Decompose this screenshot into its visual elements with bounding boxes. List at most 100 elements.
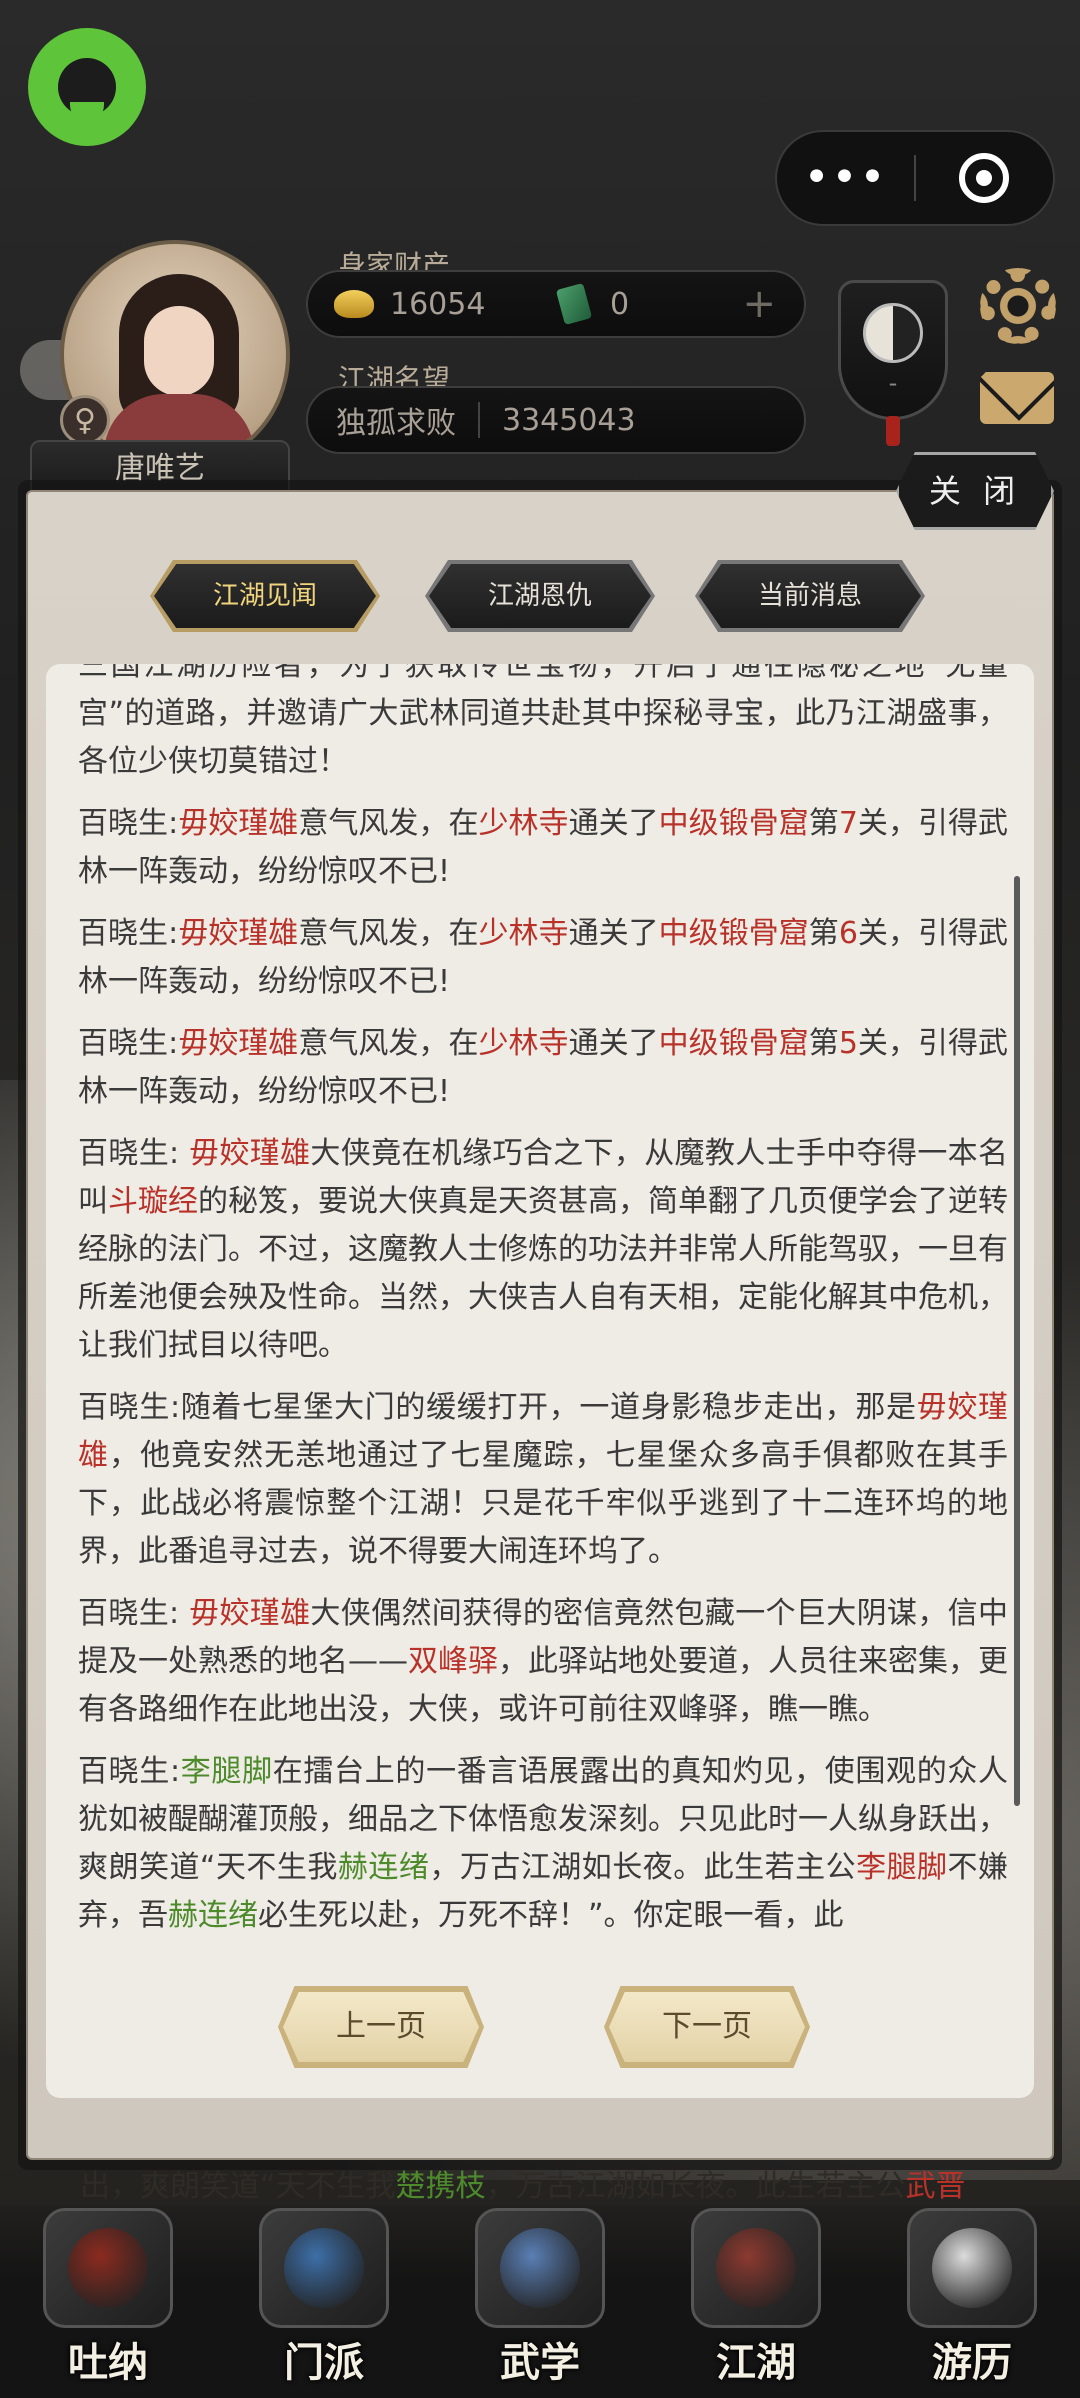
highlight-text: 7 — [838, 806, 858, 841]
message-item: 百晓生:毋姣瑾雄意气风发，在少林寺通关了中级锻骨窟第7关，引得武林一阵轰动，纷纷… — [78, 800, 1008, 896]
message-text: 第 — [808, 806, 839, 841]
book-icon — [475, 2208, 605, 2328]
message-item: 百晓生:李腿脚在擂台上的一番言语展露出的真知灼见，使围观的众人犹如被醍醐灌顶般，… — [78, 1748, 1008, 1940]
message-text: 百晓生: — [78, 1754, 181, 1789]
chat-bubble-icon[interactable] — [28, 28, 146, 146]
highlight-text: 李腿脚 — [180, 1754, 273, 1789]
highlight-text: 中级锻骨窟 — [658, 1026, 809, 1061]
mail-icon[interactable] — [980, 372, 1054, 424]
message-item: 百晓生: 毋姣瑾雄大侠偶然间获得的密信竟然包藏一个巨大阴谋，信中提及一处熟悉的地… — [78, 1590, 1008, 1734]
wealth-bar: 16054 0 + — [306, 270, 806, 338]
female-icon: ♀ — [60, 395, 110, 445]
tab-current-messages[interactable]: 当前消息 — [699, 564, 921, 628]
scrollbar[interactable] — [1014, 876, 1020, 1806]
message-list[interactable]: 三国江湖历险者，为了获取传世宝物，开启了通往隐秘之地“无量宫”的道路，并邀请广大… — [46, 664, 1034, 1954]
target-dot — [976, 170, 993, 186]
nav-label: 武学 — [500, 2339, 580, 2386]
reputation-value: 3345043 — [502, 402, 636, 438]
highlight-text: 少林寺 — [478, 1026, 569, 1061]
message-text: 的秘笈，要说大侠真是天资甚高，简单翻了几页便学会了逆转经脉的法门。不过，这魔教人… — [78, 1184, 1008, 1363]
logo-tail — [70, 102, 104, 122]
gold-amount: 16054 — [390, 286, 486, 322]
message-item: 百晓生:毋姣瑾雄意气风发，在少林寺通关了中级锻骨窟第5关，引得武林一阵轰动，纷纷… — [78, 1020, 1008, 1116]
highlight-text: 毋姣瑾雄 — [178, 806, 299, 841]
nav-label: 门派 — [284, 2339, 364, 2386]
badge-minus: - — [888, 369, 898, 397]
reputation-title: 独孤求败 — [336, 406, 456, 441]
message-text: ，万古江湖如长夜。此生若主公 — [429, 1850, 857, 1885]
horse-icon — [907, 2208, 1037, 2328]
nav-glyph — [716, 2228, 796, 2308]
ticker-text: 武晋 — [905, 2169, 966, 2204]
message-text: 必生死以赴，万死不辞！”。你定眼一看，此 — [258, 1898, 844, 1933]
nav-item-1[interactable]: 门派 — [249, 2208, 399, 2388]
highlight-text: 少林寺 — [478, 806, 569, 841]
message-text: 意气风发，在 — [298, 806, 479, 841]
nav-glyph — [68, 2228, 148, 2308]
highlight-text: 双峰驿 — [408, 1644, 498, 1679]
message-item: 百晓生:随着七星堡大门的缓缓打开，一道身影稳步走出，那是毋姣瑾雄，他竟安然无恙地… — [78, 1384, 1008, 1576]
highlight-text: 毋姣瑾雄 — [178, 916, 299, 951]
message-panel: 三国江湖历险者，为了获取传世宝物，开启了通往隐秘之地“无量宫”的道路，并邀请广大… — [46, 664, 1034, 2098]
message-item: 百晓生:毋姣瑾雄意气风发，在少林寺通关了中级锻骨窟第6关，引得武林一阵轰动，纷纷… — [78, 910, 1008, 1006]
reputation-bar: 独孤求败 3345043 — [306, 386, 806, 454]
bottom-nav: 吐纳 门派 武学 江湖 游历 — [0, 2205, 1080, 2398]
highlight-text: 6 — [838, 916, 858, 951]
message-text: 百晓生:随着七星堡大门的缓缓打开，一道身影稳步走出，那是 — [78, 1390, 917, 1425]
nav-label: 江湖 — [716, 2339, 796, 2386]
target-ring — [959, 153, 1010, 203]
yin-yang-icon — [863, 303, 923, 363]
gold-ingot-icon — [334, 290, 374, 318]
nav-glyph — [284, 2228, 364, 2308]
reputation-divider — [478, 402, 480, 438]
next-page-button[interactable]: 下一页 — [609, 1992, 805, 2062]
gear-icon[interactable] — [980, 268, 1056, 344]
gourd-icon — [43, 2208, 173, 2328]
highlight-text: 斗璇经 — [108, 1184, 198, 1219]
message-text: 意气风发，在 — [298, 1026, 479, 1061]
highlight-text: 少林寺 — [478, 916, 569, 951]
prev-page-button[interactable]: 上一页 — [283, 1992, 479, 2062]
message-text: 百晓生: — [78, 806, 179, 841]
jade-icon — [555, 282, 593, 326]
highlight-text: 中级锻骨窟 — [658, 916, 809, 951]
message-text: 百晓生: — [78, 916, 179, 951]
close-miniprogram-icon[interactable] — [916, 153, 1053, 203]
nav-item-2[interactable]: 武学 — [465, 2208, 615, 2388]
message-text: 三国江湖历险者，为了获取传世宝物，开启了通往隐秘之地“无量宫”的道路，并邀请广大… — [78, 664, 1008, 779]
message-text: 通关了 — [568, 806, 659, 841]
highlight-text: 毋姣瑾雄 — [178, 1026, 299, 1061]
message-text: ，他竟安然无恙地通过了七星魔踪，七星堡众多高手俱都败在其手下，此战必将震惊整个江… — [78, 1438, 1009, 1569]
nav-item-0[interactable]: 吐纳 — [33, 2208, 183, 2388]
tab-jianghu-feud[interactable]: 江湖恩仇 — [429, 564, 651, 628]
close-button[interactable]: 关 闭 — [896, 452, 1054, 530]
hat-icon — [691, 2208, 821, 2328]
highlight-text: 赫连绪 — [337, 1850, 430, 1885]
message-text: 百晓生: — [78, 1596, 190, 1631]
highlight-text: 中级锻骨窟 — [658, 806, 809, 841]
add-currency-icon[interactable]: + — [742, 281, 776, 327]
highlight-text: 毋姣瑾雄 — [189, 1136, 311, 1171]
highlight-text: 赫连绪 — [168, 1898, 258, 1933]
sect-flag-icon — [259, 2208, 389, 2328]
tassel-decoration — [886, 416, 900, 446]
nav-glyph — [500, 2228, 580, 2308]
jade-amount: 0 — [610, 286, 630, 322]
tab-jianghu-news[interactable]: 江湖见闻 — [154, 564, 376, 628]
nav-item-3[interactable]: 江湖 — [681, 2208, 831, 2388]
nav-label: 吐纳 — [68, 2339, 148, 2386]
ticker-text: 楚携枝 — [395, 2169, 486, 2204]
message-text: 通关了 — [568, 1026, 659, 1061]
nav-item-4[interactable]: 游历 — [897, 2208, 1047, 2388]
message-text: 通关了 — [568, 916, 659, 951]
avatar-face — [144, 306, 214, 396]
highlight-text: 毋姣瑾雄 — [189, 1596, 311, 1631]
taiji-badge[interactable]: - — [838, 280, 948, 420]
message-text: 意气风发，在 — [298, 916, 479, 951]
nav-glyph — [932, 2228, 1012, 2308]
ticker-text: 出，爽朗笑道“天不生我 — [80, 2169, 396, 2204]
highlight-text: 5 — [838, 1026, 858, 1061]
message-text: 百晓生: — [78, 1136, 190, 1171]
more-dots-icon[interactable]: ••• — [777, 156, 914, 200]
message-list-inner: 三国江湖历险者，为了获取传世宝物，开启了通往隐秘之地“无量宫”的道路，并邀请广大… — [78, 664, 1008, 1954]
